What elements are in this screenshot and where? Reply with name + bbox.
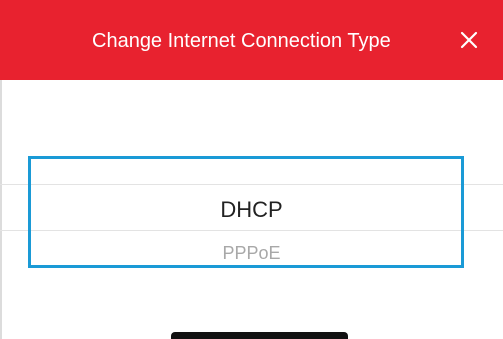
dialog-header: Change Internet Connection Type bbox=[0, 0, 503, 80]
selection-highlight-box bbox=[28, 156, 464, 268]
close-button[interactable] bbox=[452, 22, 486, 58]
home-indicator-bar bbox=[171, 332, 348, 339]
close-icon bbox=[460, 31, 478, 49]
dialog-title: Change Internet Connection Type bbox=[92, 30, 391, 52]
